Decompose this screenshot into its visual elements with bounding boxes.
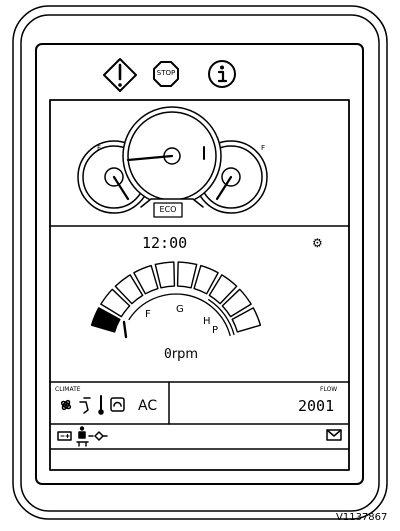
eco-label: ECO [159, 205, 177, 214]
figure-id: V1137867 [336, 512, 388, 523]
air-direction-icon[interactable] [79, 397, 91, 414]
fan-icon[interactable] [60, 399, 72, 411]
rpm-bar-segment [154, 261, 176, 289]
housing-outer [12, 5, 388, 520]
clock-display: 12:00 [142, 234, 188, 252]
rpm-idle-mark [122, 320, 128, 339]
rpm-bar-graph [90, 261, 262, 337]
rpm-readout: 0rpm [164, 348, 198, 361]
info-dot [220, 65, 224, 70]
rpm-unit: rpm [171, 347, 199, 362]
flow-label: FLOW [320, 386, 338, 393]
rpm-value: 0 [164, 347, 172, 362]
oil-full-mark: F [261, 144, 266, 152]
rpm-scale-mark: P [212, 325, 219, 336]
ac-button[interactable]: AC [138, 399, 157, 413]
info-stem [217, 70, 228, 83]
attachment-icon [88, 431, 108, 441]
fuel-full-mark: F [97, 144, 102, 152]
service-wrench-icon[interactable]: ⚙ [312, 237, 323, 249]
stop-label: STOP [156, 69, 176, 77]
rpm-scale-mark: H [203, 316, 211, 327]
climate-controls [60, 395, 125, 415]
recirculation-icon[interactable] [110, 397, 125, 412]
battery-icon [57, 431, 72, 441]
operator-seat-icon [76, 426, 89, 447]
gauge-cluster [77, 106, 268, 218]
thermometer-icon[interactable] [98, 395, 104, 415]
engine-temp-gauge [122, 106, 222, 206]
climate-label: CLIMATE [55, 386, 81, 393]
exclamation-dot [118, 83, 122, 87]
rpm-bar-segment [176, 261, 198, 289]
rpm-scale-mark: F [145, 309, 151, 320]
rpm-scale-mark: G [176, 304, 184, 315]
info-button[interactable] [208, 60, 236, 88]
warning-button[interactable] [103, 58, 137, 92]
envelope-icon[interactable] [326, 429, 342, 441]
flow-value: 2001 [298, 397, 335, 415]
screen-frame [35, 43, 364, 485]
housing-bezel [20, 14, 380, 512]
display-unit-figure: STOP F F ECO 12:00 ⚙ F G H P 0rpm CLIMAT… [0, 0, 400, 527]
